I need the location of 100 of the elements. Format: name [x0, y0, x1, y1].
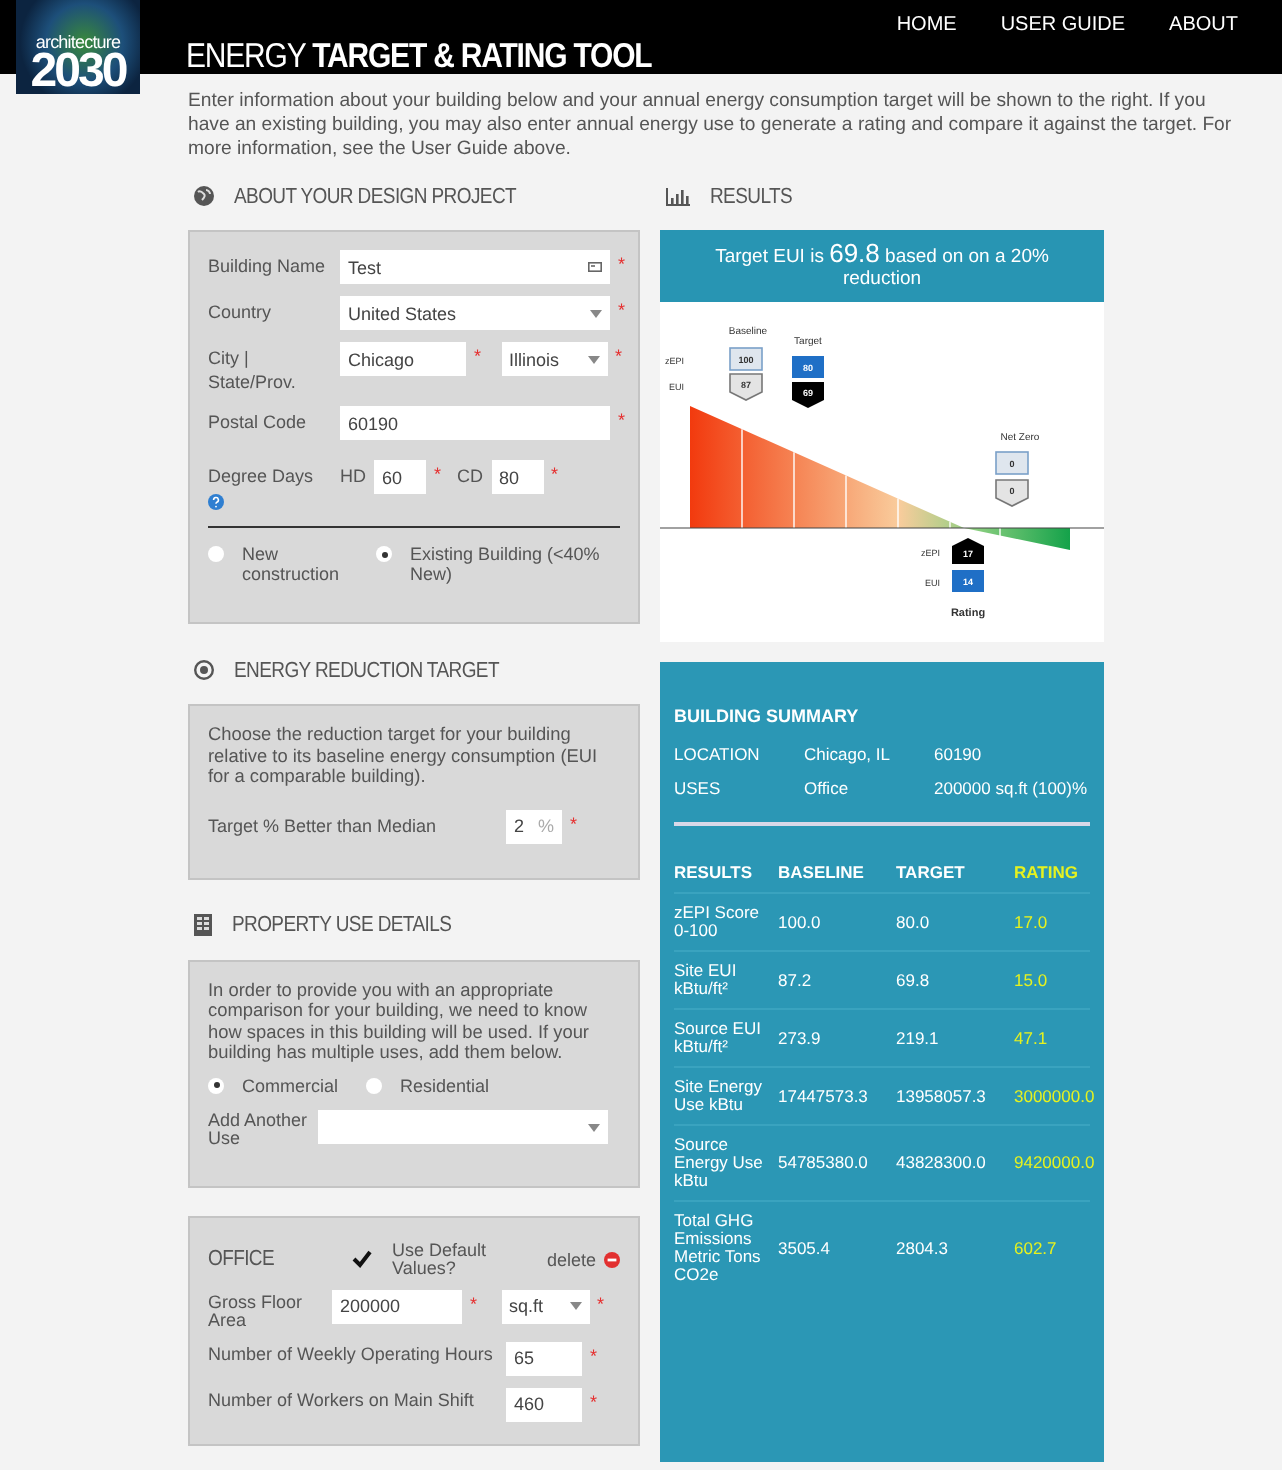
summary-value: Chicago, IL	[804, 746, 892, 764]
checkbox-label: Use Default Values?	[392, 1241, 489, 1277]
table-cell-text: 219.1	[896, 1029, 941, 1047]
table-cell-text: 273.9	[778, 1029, 823, 1047]
metric-label: Source Energy Use kBtu	[674, 1136, 765, 1190]
table-cell-text: 3505.4	[778, 1239, 832, 1257]
field-label: Target % Better than Median	[208, 813, 439, 837]
required-mark: *	[597, 1291, 605, 1313]
help-icon[interactable]	[208, 494, 224, 510]
required-mark: *	[590, 1343, 598, 1365]
hdd-field[interactable]: 60	[374, 460, 426, 494]
description-text: In order to provide you with an appropriate comparison for your building, we need to know how spaces in this building will be used. If your building has multiple uses, add them below.	[208, 979, 591, 1063]
radio-button[interactable]	[208, 1077, 224, 1093]
section-heading: PROPERTY USE DETAILS	[232, 912, 452, 938]
target-percent-field[interactable]: 2 %	[506, 809, 562, 843]
section-heading: RESULTS	[710, 183, 793, 209]
radio-button[interactable]	[208, 546, 224, 562]
target-banner: Target EUI is 69.8 based on on a 20% reduction	[660, 230, 1104, 302]
minus-circle-icon[interactable]	[604, 1251, 620, 1267]
required-mark: *	[618, 298, 626, 320]
target-icon	[194, 660, 214, 680]
table-cell-text: 69.8	[896, 971, 932, 989]
nav-link[interactable]: ABOUT	[1169, 14, 1238, 36]
field-label: City | State/Prov.	[208, 346, 298, 394]
table-cell-text: 54785380.0	[778, 1154, 870, 1172]
description-text: Choose the reduction target for your building relative to its baseline energy consumption (EUI for a comparable building).	[208, 724, 600, 787]
caret-icon	[590, 309, 602, 317]
required-mark: *	[618, 252, 626, 274]
section-heading: ABOUT YOUR DESIGN PROJECT	[234, 183, 517, 209]
unit-select[interactable]: sq.ft	[501, 1289, 590, 1323]
table-cell-text: 87.2	[778, 971, 814, 989]
number-field[interactable]: 460	[506, 1387, 582, 1421]
rating-cell-text: 602.7	[1014, 1239, 1059, 1257]
table-cell-text: 80.0	[896, 913, 932, 931]
field-label: CD	[457, 464, 484, 488]
column-header: RESULTS	[674, 864, 755, 882]
field-label: Degree Days	[208, 464, 316, 488]
caret-icon	[588, 1123, 600, 1131]
required-mark: *	[474, 344, 482, 366]
metric-label: zEPI Score 0-100	[674, 904, 762, 940]
caret-icon	[587, 355, 600, 363]
card-icon	[588, 262, 602, 272]
field-label: Postal Code	[208, 410, 309, 434]
required-mark: *	[434, 462, 442, 484]
radio-button[interactable]	[366, 1077, 383, 1093]
table-cell-text: 43828300.0	[896, 1154, 988, 1172]
field-label: Country	[208, 300, 274, 324]
required-mark: *	[551, 462, 559, 484]
page-title: ENERGY TARGET & RATING TOOL	[186, 39, 652, 74]
rating-cell: 3000000.0	[1014, 1087, 1095, 1105]
floor-area-field[interactable]: 200000	[332, 1289, 462, 1323]
required-mark: *	[570, 811, 578, 833]
summary-value: Office	[804, 780, 851, 798]
field-label: Number of Workers on Main Shift	[208, 1387, 476, 1409]
delete-link[interactable]: delete	[546, 1249, 596, 1269]
number-field[interactable]: 65	[506, 1341, 582, 1375]
metric-label: Source EUI kBtu/ft²	[674, 1020, 763, 1056]
metric-label: Site EUI kBtu/ft²	[674, 962, 739, 998]
field-label: Add Another Use	[208, 1107, 310, 1147]
use-name: OFFICE	[208, 1246, 277, 1272]
bar-chart-icon	[666, 187, 690, 205]
caret-icon	[569, 1302, 582, 1310]
nav-link[interactable]: USER GUIDE	[1000, 14, 1126, 36]
building-name-field[interactable]: Test	[340, 250, 610, 284]
radio-label: New construction	[242, 544, 342, 584]
radio-label: Residential	[400, 1075, 490, 1095]
table-cell-text: 17447573.3	[778, 1087, 870, 1105]
summary-heading: BUILDING SUMMARY	[674, 706, 861, 726]
column-header: BASELINE	[778, 864, 866, 882]
nav-link[interactable]: HOME	[896, 14, 957, 36]
state-select[interactable]: Illinois	[501, 342, 608, 376]
rating-cell-text: 47.1	[1014, 1029, 1050, 1047]
column-header: RATING	[1014, 864, 1080, 882]
table-cell-text: 13958057.3	[896, 1087, 988, 1105]
metric-label: Site Energy Use kBtu	[674, 1078, 764, 1114]
field-label: Building Name	[208, 254, 328, 278]
intro-text: Enter information about your building below and your annual energy consumption target will be shown to the right. If you have an existing building, you may also enter annual energy use to generate a rating and compare it against the target. For more information, see the User Guide above.	[188, 90, 1234, 162]
metric-label: Total GHG Emissions Metric Tons CO2e	[674, 1212, 763, 1284]
cdd-field[interactable]: 80	[491, 460, 544, 494]
radio-button[interactable]	[376, 546, 392, 562]
postal-code-field[interactable]: 60190	[340, 406, 610, 440]
required-mark: *	[470, 1291, 478, 1313]
city-field[interactable]: Chicago	[340, 342, 466, 376]
required-mark: *	[615, 344, 623, 366]
section-heading: ENERGY REDUCTION TARGET	[234, 657, 499, 683]
rating-cell-text: 17.0	[1014, 913, 1050, 931]
field-label: Gross Floor Area	[208, 1289, 305, 1329]
column-header: TARGET	[896, 864, 967, 882]
radio-label: Existing Building (<40% New)	[410, 544, 602, 584]
field-label: HD	[340, 464, 366, 488]
summary-value: 200000 sq.ft (100)%	[934, 780, 1090, 798]
required-mark: *	[618, 408, 626, 430]
logo: architecture 2030	[16, 0, 140, 94]
default-values-checkbox[interactable]	[352, 1249, 372, 1269]
required-mark: *	[590, 1389, 598, 1411]
country-select[interactable]: United States	[340, 296, 610, 330]
rating-cell-text: 15.0	[1014, 971, 1050, 989]
radio-label: Commercial	[242, 1075, 339, 1095]
summary-value: 60190	[934, 746, 984, 764]
summary-label: LOCATION	[674, 746, 762, 764]
